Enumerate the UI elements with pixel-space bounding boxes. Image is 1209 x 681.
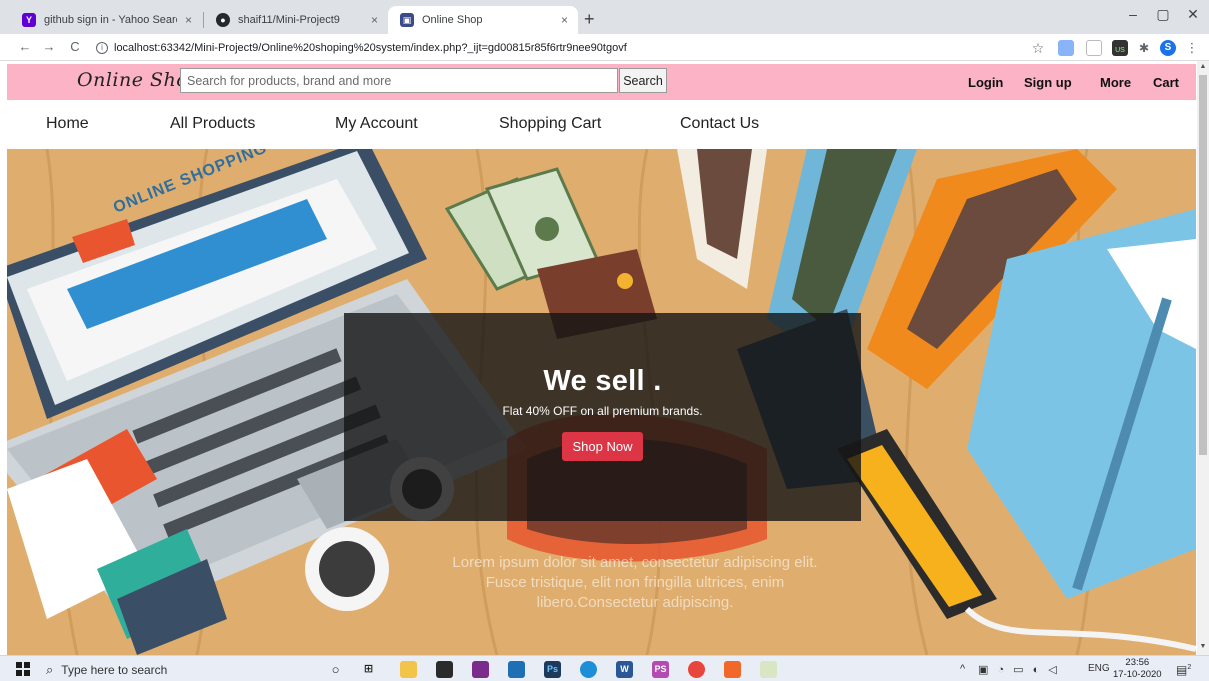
main-nav: Home All Products My Account Shopping Ca… [7,100,1196,148]
paint-icon[interactable] [760,661,777,678]
tab-yahoo-search[interactable]: Y github sign in - Yahoo Search Re × [10,6,202,34]
reload-button[interactable]: C [66,39,84,54]
cortana-icon[interactable]: ○ [327,661,344,678]
language-indicator[interactable]: ENG [1088,663,1110,674]
site-header: Online Shop Search Login Sign up More Ca… [7,64,1196,100]
clock-time: 23:56 [1125,657,1150,668]
mail-icon[interactable] [508,661,525,678]
scroll-thumb[interactable] [1199,75,1207,455]
nav-home[interactable]: Home [46,115,89,133]
search-icon: ⌕ [46,661,54,677]
tab-title: github sign in - Yahoo Search Re [44,14,177,26]
extension-bulb-icon[interactable] [1058,40,1074,56]
tray-icon-group[interactable]: ▣ ◔ ▭ ◐ ◁ [978,663,1060,676]
browser-tabstrip: Y github sign in - Yahoo Search Re × ● s… [0,0,1209,34]
windows-taskbar: ⌕ Type here to search ○ ⊞ Ps W PS ^ ▣ ◔ … [0,655,1209,681]
tray-chevron-icon[interactable]: ^ [960,663,965,675]
url-text: localhost:63342/Mini-Project9/Online%20s… [114,41,627,54]
site-info-icon[interactable]: i [96,41,108,54]
browser-toolbar: ← → C i localhost:63342/Mini-Project9/On… [0,34,1209,61]
notification-center-icon[interactable]: ▤2 [1176,663,1191,677]
scroll-up-icon[interactable]: ▲ [1197,63,1209,70]
github-favicon-icon: ● [216,13,230,27]
extension-page-icon[interactable] [1086,40,1102,56]
file-explorer-icon[interactable] [400,661,417,678]
hero-carousel: We sell . Flat 40% OFF on all premium br… [7,149,1196,655]
chrome-icon[interactable] [688,661,705,678]
forward-button[interactable]: → [40,39,58,54]
windows-start-icon[interactable] [16,662,30,676]
profile-avatar[interactable]: S [1160,40,1176,56]
notification-count: 2 [1187,664,1192,671]
photoshop-icon[interactable]: Ps [544,661,561,678]
clock-date: 17-10-2020 [1113,669,1162,680]
maximize-button[interactable]: ▢ [1148,6,1178,23]
more-link[interactable]: More [1100,75,1131,90]
hero-lorem-text: Lorem ipsum dolor sit amet, consectetur … [452,554,818,611]
new-tab-button[interactable]: + [584,10,595,28]
nav-all-products[interactable]: All Products [170,115,255,133]
address-bar[interactable]: i localhost:63342/Mini-Project9/Online%2… [96,37,1026,58]
tab-title: shaif11/Mini-Project9 [238,14,340,26]
taskbar-search-box[interactable]: ⌕ Type here to search [46,660,306,679]
store-icon[interactable] [436,661,453,678]
close-window-button[interactable]: ✕ [1178,6,1208,23]
phpstorm-icon[interactable]: PS [652,661,669,678]
hero-subtitle: Flat 40% OFF on all premium brands. [502,404,703,418]
extension-flag-icon[interactable]: US [1112,40,1128,56]
hero-caption: We sell . Flat 40% OFF on all premium br… [344,313,861,521]
search-button[interactable]: Search [619,68,667,93]
bookmark-star-icon[interactable]: ☆ [1030,40,1046,56]
tab-online-shop[interactable]: ▣ Online Shop × [388,6,578,34]
nav-contact-us[interactable]: Contact Us [680,115,759,133]
tab-github-repo[interactable]: ● shaif11/Mini-Project9 × [204,6,388,34]
tab-close-icon[interactable]: × [185,13,192,27]
nav-my-account[interactable]: My Account [335,115,418,133]
app-icon-orange[interactable] [724,661,741,678]
signup-link[interactable]: Sign up [1024,75,1072,90]
taskbar-search-placeholder: Type here to search [61,662,168,677]
shop-favicon-icon: ▣ [400,13,414,27]
back-button[interactable]: ← [16,39,34,54]
word-icon[interactable]: W [616,661,633,678]
tab-title: Online Shop [422,14,483,26]
extension-badge: US [1115,47,1125,54]
minimize-button[interactable]: – [1118,6,1148,22]
extensions-puzzle-icon[interactable]: ✱ [1136,40,1152,56]
login-link[interactable]: Login [968,75,1003,90]
cart-link[interactable]: Cart [1153,75,1179,90]
yahoo-favicon-icon: Y [22,13,36,27]
tab-close-icon[interactable]: × [561,13,568,27]
product-search-input[interactable] [180,68,618,93]
edge-icon[interactable] [580,661,597,678]
nav-shopping-cart[interactable]: Shopping Cart [499,115,601,133]
browser-menu-icon[interactable]: ⋮ [1184,40,1200,56]
task-view-icon[interactable]: ⊞ [360,661,377,678]
shop-now-button[interactable]: Shop Now [561,432,644,461]
taskbar-clock[interactable]: 23:56 17-10-2020 [1113,657,1162,681]
tab-close-icon[interactable]: × [371,13,378,27]
scroll-down-icon[interactable]: ▼ [1197,643,1209,650]
app-icon-purple[interactable] [472,661,489,678]
page-scrollbar[interactable]: ▲ ▼ [1197,61,1209,655]
hero-title: We sell . [543,365,662,397]
